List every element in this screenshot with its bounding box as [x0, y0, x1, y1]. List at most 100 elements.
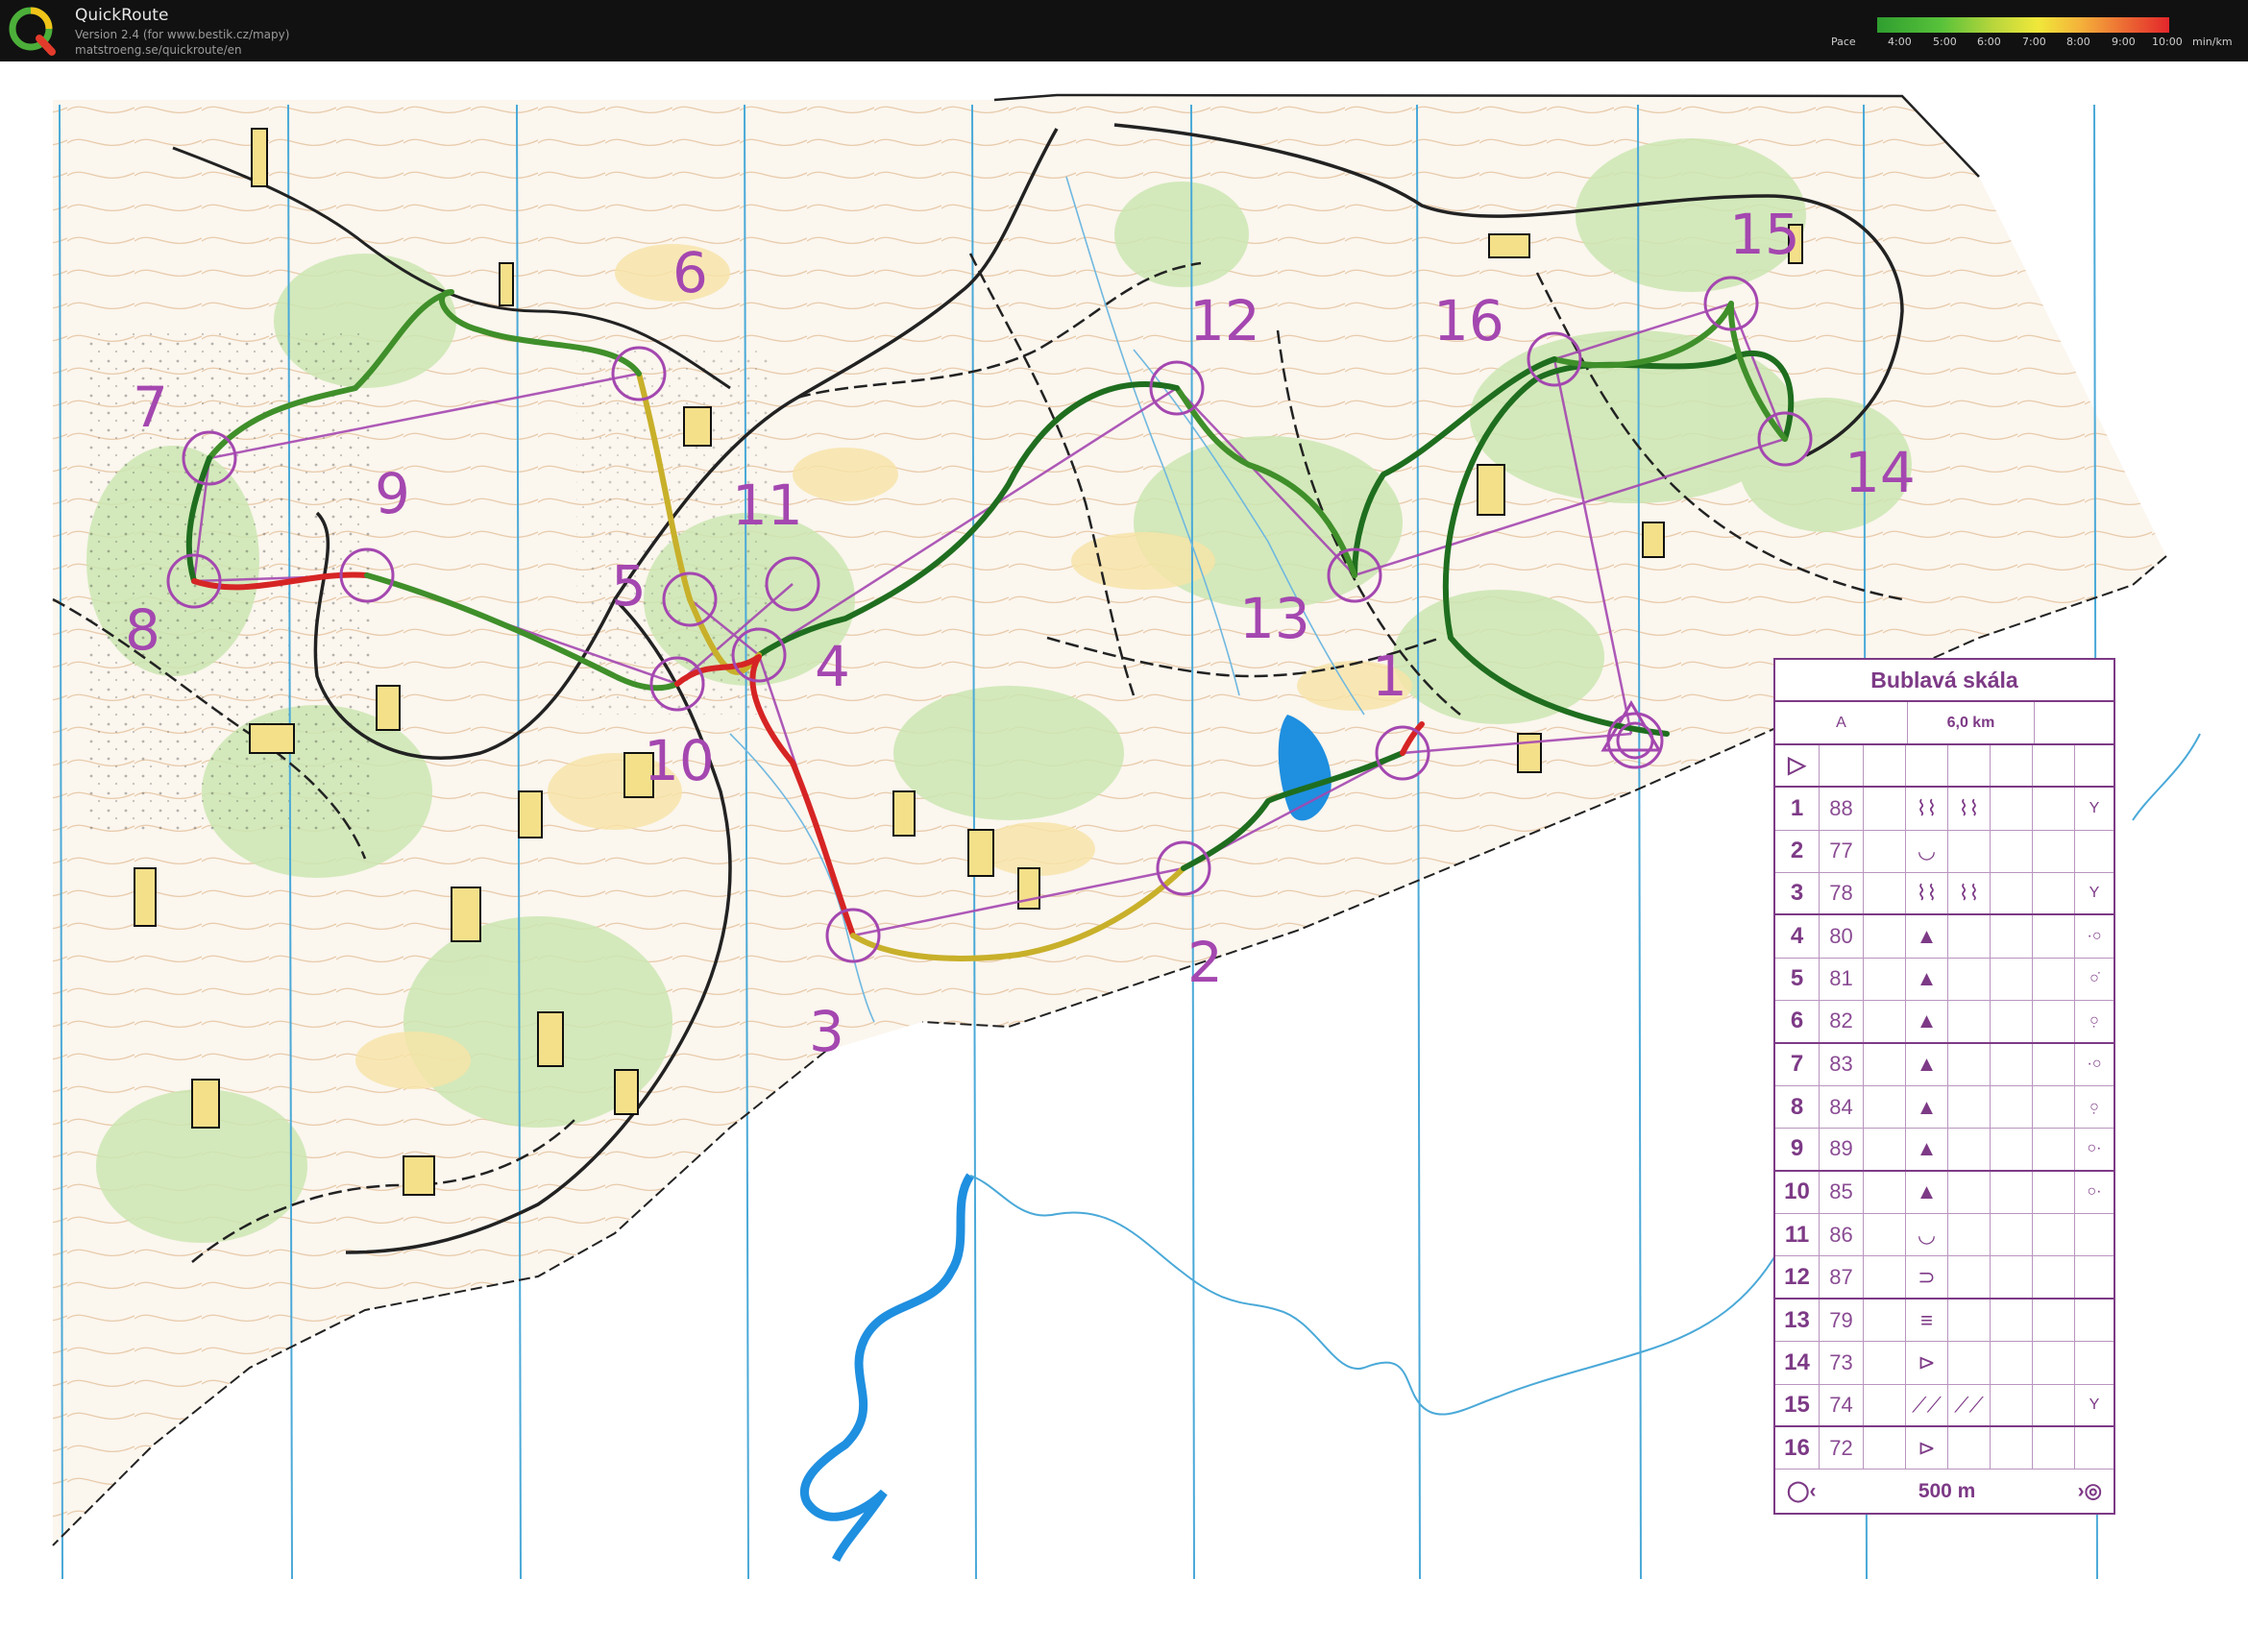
desc-appearance-symbol: ⌇⌇	[1948, 872, 1991, 914]
desc-column-c	[1864, 1085, 1906, 1129]
desc-appearance-symbol	[1948, 1129, 1991, 1170]
desc-rows: 1 88 ⌇⌇ ⌇⌇ Y 2 77 ◡ 3 78 ⌇⌇ ⌇⌇ Y 4 80 ▲ ·○ 5 81 ▲ ○̇ 6 82 ▲ ○̣ 7 8…	[1775, 788, 2114, 1470]
desc-appearance-symbol: ⌇⌇	[1948, 788, 1991, 830]
desc-extra-symbol: ○̣	[2089, 1012, 2099, 1030]
desc-feature-symbol: ⊃	[1906, 1256, 1948, 1298]
desc-column-g	[2033, 1299, 2075, 1342]
desc-extra-symbol: Y	[2089, 1396, 2100, 1413]
desc-category: A	[1775, 702, 1908, 743]
desc-appearance-symbol	[1948, 1256, 1991, 1298]
desc-column-g	[2033, 830, 2075, 872]
desc-num: 4	[1775, 915, 1820, 958]
desc-feature-symbol: ▲	[1906, 1085, 1948, 1129]
desc-feature-symbol: ⟋⟋	[1906, 1384, 1948, 1426]
desc-num: 2	[1775, 830, 1820, 872]
desc-code: 81	[1820, 958, 1864, 1001]
desc-column-f	[1991, 1384, 2033, 1426]
desc-code: 82	[1820, 1001, 1864, 1042]
desc-column-c	[1864, 1427, 1906, 1470]
desc-column-f	[1991, 1043, 2033, 1085]
desc-code: 85	[1820, 1171, 1864, 1214]
desc-row: 6 82 ▲ ○̣	[1775, 1001, 2114, 1044]
desc-column-c	[1864, 1256, 1906, 1298]
desc-column-g	[2033, 1214, 2075, 1256]
pace-tick: 9:00	[2112, 36, 2136, 48]
desc-column-g	[2033, 1043, 2075, 1085]
control-description-sheet: Bublavá skála A 6,0 km ▷ 1 88 ⌇⌇ ⌇⌇ Y 2 77 ◡ 3 78…	[1773, 658, 2115, 1515]
finish-icon: ›◎	[2077, 1480, 2102, 1503]
desc-row: 8 84 ▲ ○̣	[1775, 1085, 2114, 1130]
desc-column-c	[1864, 958, 1906, 1001]
desc-num: 9	[1775, 1129, 1820, 1170]
desc-column-g	[2033, 1085, 2075, 1129]
control-number: 12	[1189, 288, 1260, 353]
pace-unit: min/km	[2192, 36, 2233, 48]
desc-column-c	[1864, 1342, 1906, 1384]
desc-column-g	[2033, 1171, 2075, 1214]
desc-column-f	[1991, 1427, 2033, 1470]
desc-feature-symbol: ▲	[1906, 1171, 1948, 1214]
pace-color-scale	[1877, 17, 2169, 33]
desc-column-f	[1991, 1299, 2033, 1342]
desc-feature-symbol: ⌇⌇	[1906, 872, 1948, 914]
desc-num: 10	[1775, 1171, 1820, 1214]
control-number: 14	[1845, 440, 1916, 505]
pond-channel	[799, 1173, 974, 1563]
desc-feature-symbol: ◡	[1906, 830, 1948, 872]
desc-code: 79	[1820, 1299, 1864, 1342]
desc-feature-symbol: ≡	[1906, 1299, 1948, 1342]
desc-appearance-symbol	[1948, 1342, 1991, 1384]
desc-column-c	[1864, 1384, 1906, 1426]
pace-legend-label: Pace	[1831, 36, 1856, 48]
desc-column-g	[2033, 1001, 2075, 1042]
desc-column-f	[1991, 1129, 2033, 1170]
control-number: 8	[125, 597, 160, 663]
desc-num: 8	[1775, 1085, 1820, 1129]
desc-column-f	[1991, 1214, 2033, 1256]
desc-column-f	[1991, 872, 2033, 914]
desc-column-f	[1991, 915, 2033, 958]
desc-column-g	[2033, 1427, 2075, 1470]
desc-code: 78	[1820, 872, 1864, 914]
desc-feature-symbol: ◡	[1906, 1214, 1948, 1256]
control-number: 6	[672, 240, 708, 305]
desc-extra-symbol	[2075, 831, 2114, 872]
desc-appearance-symbol	[1948, 830, 1991, 872]
desc-column-g	[2033, 788, 2075, 830]
control-number: 16	[1433, 288, 1504, 353]
desc-code: 86	[1820, 1214, 1864, 1256]
desc-column-f	[1991, 1171, 2033, 1214]
desc-column-f	[1991, 788, 2033, 830]
control-number: 3	[809, 999, 844, 1064]
desc-column-c	[1864, 1214, 1906, 1256]
desc-column-c	[1864, 788, 1906, 830]
desc-appearance-symbol	[1948, 1171, 1991, 1214]
desc-column-f	[1991, 1256, 2033, 1298]
desc-extra-symbol: ·○	[2087, 1056, 2102, 1073]
desc-code: 74	[1820, 1384, 1864, 1426]
desc-column-g	[2033, 915, 2075, 958]
desc-column-c	[1864, 1299, 1906, 1342]
desc-start-row: ▷	[1775, 744, 2114, 789]
start-symbol: ▷	[1775, 744, 1820, 787]
desc-extra-symbol	[2075, 1342, 2114, 1383]
desc-num: 13	[1775, 1299, 1820, 1342]
desc-length: 6,0 km	[1908, 702, 2035, 743]
pace-tick: 8:00	[2066, 36, 2090, 48]
desc-column-c	[1864, 830, 1906, 872]
app-titlebar: QuickRoute Version 2.4 (for www.bestik.c…	[0, 0, 2248, 61]
pace-tick: 7:00	[2022, 36, 2046, 48]
control-number: 2	[1187, 930, 1223, 995]
app-website: matstroeng.se/quickroute/en	[75, 43, 242, 57]
pace-tick: 10:00	[2152, 36, 2183, 48]
finish-start-icon: ◯‹	[1787, 1480, 1817, 1503]
desc-extra-symbol: Y	[2089, 799, 2100, 816]
desc-code: 80	[1820, 915, 1864, 958]
desc-appearance-symbol	[1948, 1299, 1991, 1342]
control-number: 1	[1372, 644, 1407, 709]
desc-column-g	[2033, 1129, 2075, 1170]
desc-column-f	[1991, 830, 2033, 872]
desc-code: 87	[1820, 1256, 1864, 1298]
desc-appearance-symbol	[1948, 958, 1991, 1001]
desc-extra-symbol	[2075, 1300, 2114, 1341]
